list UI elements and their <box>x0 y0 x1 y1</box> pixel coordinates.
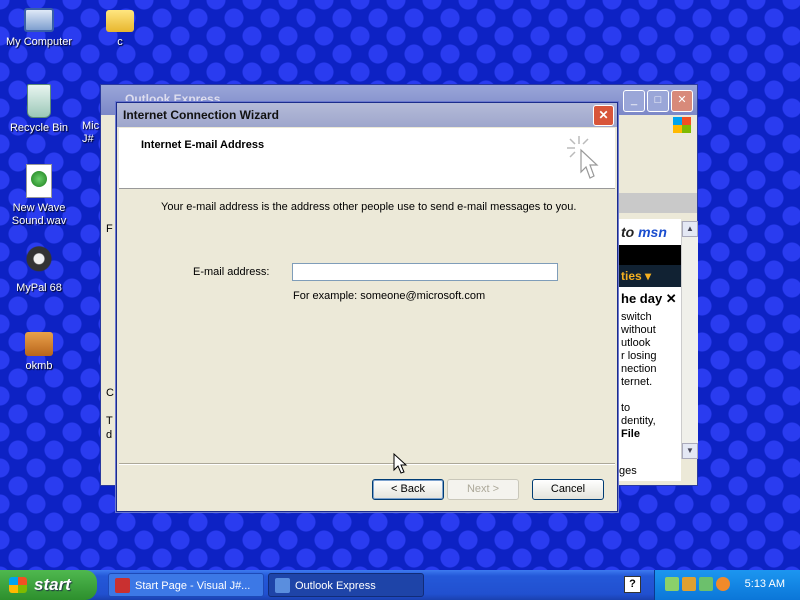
msn-text-line: r losing <box>621 350 657 362</box>
windows-logo-icon <box>673 117 691 133</box>
folder-icon <box>106 10 134 32</box>
internet-connection-wizard[interactable]: Internet Connection Wizard ✕ Internet E-… <box>116 102 618 512</box>
media-file-icon <box>26 164 52 198</box>
desktop-icon-label: New Wave Sound.wav <box>11 202 67 227</box>
close-button[interactable]: ✕ <box>671 90 693 112</box>
clock: 5:13 AM <box>744 578 785 590</box>
taskbar: start Start Page - Visual J#... Outlook … <box>0 570 800 600</box>
vertical-scrollbar[interactable]: ▲ ▼ <box>681 221 698 459</box>
window-controls: _ □ ✕ <box>623 90 693 112</box>
recycle-bin-icon <box>27 84 51 118</box>
scroll-up-icon[interactable]: ▲ <box>682 221 698 237</box>
status-bar-text: ges <box>619 465 637 477</box>
msn-text-line: nection <box>621 363 657 375</box>
msn-bar-label: ties <box>621 269 642 283</box>
tray-icons <box>665 577 730 591</box>
msn-bar[interactable]: ties ▾ <box>619 265 681 287</box>
wizard-header: Internet E-mail Address <box>119 128 615 189</box>
start-label: start <box>34 575 71 594</box>
msn-day-heading: he day ✕ <box>621 291 677 306</box>
desktop-icon-label: c <box>117 36 123 48</box>
desktop-icon-label: MyPal 68 <box>16 282 62 294</box>
msn-prefix: to <box>621 224 635 240</box>
email-address-input[interactable] <box>292 263 558 281</box>
wizard-heading: Internet E-mail Address <box>141 139 265 151</box>
msn-text-line: without <box>621 324 656 336</box>
divider <box>119 463 615 465</box>
minimize-button[interactable]: _ <box>623 90 645 112</box>
pane-fragment: C <box>106 387 114 399</box>
vjs-icon <box>115 578 130 593</box>
start-button[interactable]: start <box>0 570 97 600</box>
msn-text-line: switch <box>621 311 652 323</box>
desktop-icon-partial[interactable]: Mic J# <box>52 120 102 146</box>
pane-fragment: d <box>106 429 113 441</box>
msn-text-line: ternet. <box>621 376 653 388</box>
next-button[interactable]: Next > <box>447 479 519 500</box>
tray-app-icon[interactable] <box>699 577 713 591</box>
taskbar-item-outlook-express[interactable]: Outlook Express <box>268 573 424 597</box>
computer-icon <box>24 8 54 32</box>
help-icon[interactable]: ? <box>624 576 641 593</box>
back-button[interactable]: < Back <box>372 479 444 500</box>
dialog-title: Internet Connection Wizard <box>117 103 617 127</box>
desktop-icon-wave-sound[interactable]: New Wave Sound.wav <box>1 164 77 228</box>
mouse-pointer-icon <box>393 452 408 474</box>
browser-icon <box>23 246 55 278</box>
outlook-icon <box>275 578 290 593</box>
desktop-icon-mypal[interactable]: MyPal 68 <box>1 246 77 295</box>
pane-fragment: T <box>106 415 113 427</box>
search-icon[interactable] <box>716 577 730 591</box>
windows-flag-icon <box>9 577 27 593</box>
toolbar-strip <box>619 193 697 213</box>
msn-day-label: he day <box>621 291 663 306</box>
msn-text-line <box>619 389 681 402</box>
msn-text-line: utlook <box>621 337 651 349</box>
maximize-button[interactable]: □ <box>647 90 669 112</box>
pane-fragment: F <box>106 223 113 235</box>
taskbar-item-visual-js[interactable]: Start Page - Visual J#... <box>108 573 264 597</box>
network-icon[interactable] <box>665 577 679 591</box>
taskbar-item-label: Start Page - Visual J#... <box>135 580 251 592</box>
msn-text-line: File <box>621 428 640 440</box>
email-label: E-mail address: <box>193 266 270 278</box>
email-example-text: For example: someone@microsoft.com <box>293 290 486 302</box>
desktop-icon-label: Mic J# <box>82 120 100 145</box>
close-button[interactable]: ✕ <box>593 105 614 126</box>
system-tray: 5:13 AM <box>654 570 800 600</box>
taskbar-item-label: Outlook Express <box>295 580 376 592</box>
msn-panel: to msn ties ▾ he day ✕ switch without ut… <box>619 219 681 481</box>
msn-logo: msn <box>638 224 667 240</box>
desktop-icon-my-computer[interactable]: My Computer <box>1 4 77 49</box>
desktop-icon-label: My Computer <box>5 36 73 48</box>
msn-banner <box>619 245 681 265</box>
wizard-description: Your e-mail address is the address other… <box>161 201 577 213</box>
scroll-down-icon[interactable]: ▼ <box>682 443 698 459</box>
desktop-icon-label: okmb <box>25 360 53 372</box>
desktop-icon-c-folder[interactable]: c <box>82 4 158 49</box>
msn-header: to msn <box>619 219 681 245</box>
cursor-sparkle-icon <box>567 136 599 179</box>
desktop-icon-okmb[interactable]: okmb <box>1 326 77 373</box>
msn-text-line: to <box>621 402 631 414</box>
cancel-button[interactable]: Cancel <box>532 479 604 500</box>
msn-text-line: dentity, <box>621 415 656 427</box>
tray-app-icon[interactable] <box>682 577 696 591</box>
briefcase-icon <box>25 332 53 356</box>
